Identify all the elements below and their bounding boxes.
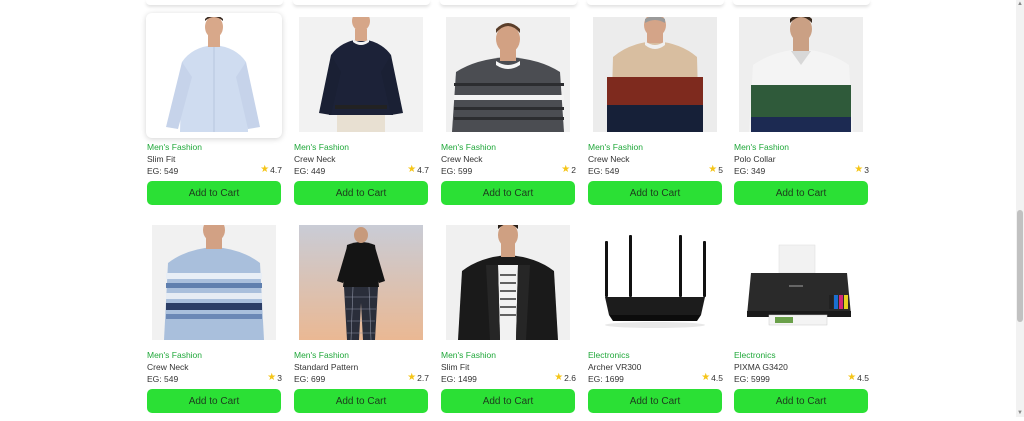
product-category: Men's Fashion	[441, 350, 497, 360]
product-image-router[interactable]	[593, 225, 717, 340]
product-price: EG: 699	[294, 374, 326, 384]
product-price: EG: 1699	[588, 374, 624, 384]
add-to-cart-button[interactable]: Add to Cart	[294, 181, 428, 205]
product-image-sweater[interactable]	[593, 17, 717, 132]
add-to-cart-button[interactable]: Add to Cart	[588, 181, 722, 205]
add-to-cart-button[interactable]: Add to Cart	[734, 181, 868, 205]
star-icon: ★	[554, 372, 564, 383]
product-category: Men's Fashion	[734, 142, 790, 152]
product-category: Men's Fashion	[294, 350, 350, 360]
product-image-polo[interactable]	[739, 17, 863, 132]
scroll-down-arrow-icon[interactable]: ▼	[1016, 409, 1024, 417]
product-rating: ★ 3	[854, 164, 869, 176]
scrollbar-thumb[interactable]	[1017, 210, 1023, 322]
product-image-printer[interactable]	[739, 225, 863, 340]
product-category: Electronics	[588, 350, 630, 360]
product-price: EG: 5999	[734, 374, 770, 384]
add-to-cart-button[interactable]: Add to Cart	[734, 389, 868, 413]
add-to-cart-button[interactable]: Add to Cart	[441, 389, 575, 413]
product-title[interactable]: Crew Neck	[588, 154, 630, 164]
product-card[interactable]: Men's Fashion Crew Neck EG: 549 ★ 3 Add t…	[146, 221, 282, 421]
product-title[interactable]: Crew Neck	[441, 154, 483, 164]
product-price: EG: 1499	[441, 374, 477, 384]
product-price: EG: 549	[147, 166, 179, 176]
star-icon: ★	[260, 164, 270, 175]
product-rating: ★ 2	[561, 164, 576, 176]
star-icon: ★	[407, 372, 417, 383]
product-title[interactable]: Slim Fit	[147, 154, 175, 164]
product-rating: ★ 2.6	[554, 372, 576, 384]
add-to-cart-button[interactable]: Add to Cart	[147, 181, 281, 205]
add-to-cart-button[interactable]: Add to Cart	[147, 389, 281, 413]
star-icon: ★	[701, 372, 711, 383]
product-card[interactable]: Men's Fashion Slim Fit EG: 549 ★ 4.7 Add …	[146, 13, 282, 213]
product-title[interactable]: Standard Pattern	[294, 362, 358, 372]
vertical-scrollbar[interactable]: ▲ ▼	[1016, 0, 1024, 417]
product-title[interactable]: PIXMA G3420	[734, 362, 788, 372]
product-price: EG: 599	[441, 166, 473, 176]
product-category: Men's Fashion	[147, 142, 203, 152]
product-rating: ★ 4.5	[847, 372, 869, 384]
add-to-cart-button[interactable]: Add to Cart	[294, 389, 428, 413]
product-rating: ★ 4.5	[701, 372, 723, 384]
product-card[interactable]: Men's Fashion Crew Neck EG: 449 ★ 4.7 Add…	[293, 13, 429, 213]
product-image-sweater[interactable]	[152, 225, 276, 340]
product-image-tshirt[interactable]	[299, 225, 423, 340]
product-title[interactable]: Crew Neck	[294, 154, 336, 164]
star-icon: ★	[847, 372, 857, 383]
product-card[interactable]: Men's Fashion Standard Pattern EG: 699 ★…	[293, 221, 429, 421]
product-price: EG: 449	[294, 166, 326, 176]
product-title[interactable]: Slim Fit	[441, 362, 469, 372]
product-price: EG: 549	[588, 166, 620, 176]
product-rating: ★ 5	[708, 164, 723, 176]
previous-row-edge	[0, 0, 1016, 6]
product-category: Men's Fashion	[441, 142, 497, 152]
product-image-sweater[interactable]	[299, 17, 423, 132]
product-card[interactable]: Men's Fashion Slim Fit EG: 1499 ★ 2.6 Add…	[440, 221, 576, 421]
product-rating: ★ 3	[267, 372, 282, 384]
product-card[interactable]: Electronics Archer VR300 EG: 1699 ★ 4.5 A…	[587, 221, 723, 421]
product-title[interactable]: Crew Neck	[147, 362, 189, 372]
product-rating: ★ 2.7	[407, 372, 429, 384]
product-card[interactable]: Men's Fashion Polo Collar EG: 349 ★ 3 Add…	[733, 13, 869, 213]
star-icon: ★	[267, 372, 277, 383]
product-category: Electronics	[734, 350, 776, 360]
scroll-up-arrow-icon[interactable]: ▲	[1016, 0, 1024, 8]
add-to-cart-button[interactable]: Add to Cart	[441, 181, 575, 205]
star-icon: ★	[708, 164, 718, 175]
star-icon: ★	[854, 164, 864, 175]
product-price: EG: 549	[147, 374, 179, 384]
star-icon: ★	[561, 164, 571, 175]
product-card[interactable]: Men's Fashion Crew Neck EG: 599 ★ 2 Add t…	[440, 13, 576, 213]
product-title[interactable]: Polo Collar	[734, 154, 776, 164]
product-rating: ★ 4.7	[260, 164, 282, 176]
product-card[interactable]: Electronics PIXMA G3420 EG: 5999 ★ 4.5 Ad…	[733, 221, 869, 421]
product-category: Men's Fashion	[294, 142, 350, 152]
product-category: Men's Fashion	[147, 350, 203, 360]
product-title[interactable]: Archer VR300	[588, 362, 641, 372]
product-category: Men's Fashion	[588, 142, 644, 152]
product-rating: ★ 4.7	[407, 164, 429, 176]
add-to-cart-button[interactable]: Add to Cart	[588, 389, 722, 413]
product-image-sweater[interactable]	[446, 17, 570, 132]
product-card[interactable]: Men's Fashion Crew Neck EG: 549 ★ 5 Add t…	[587, 13, 723, 213]
product-image-jacket[interactable]	[446, 225, 570, 340]
product-price: EG: 349	[734, 166, 766, 176]
star-icon: ★	[407, 164, 417, 175]
